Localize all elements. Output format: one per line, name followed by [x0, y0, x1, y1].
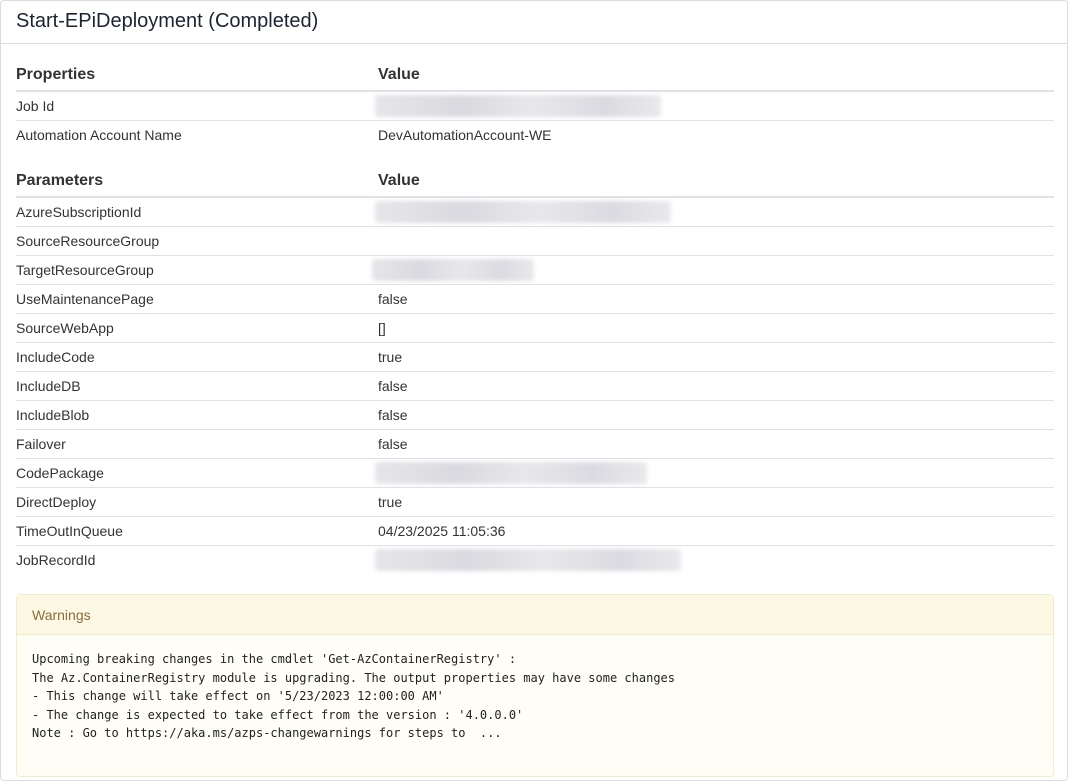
row-key: IncludeBlob [16, 400, 378, 430]
warnings-title: Warnings [32, 607, 91, 623]
panel-body: Properties Value Job Id Automation Accoun… [1, 64, 1067, 777]
parameter-row: DirectDeploy true [16, 487, 1054, 517]
parameter-row: IncludeDB false [16, 371, 1054, 401]
properties-column-header: Properties [16, 64, 378, 92]
parameter-row: TimeOutInQueue 04/23/2025 11:05:36 [16, 516, 1054, 546]
row-key: DirectDeploy [16, 487, 378, 517]
row-value [378, 226, 1054, 256]
parameter-row: CodePackage [16, 458, 1054, 488]
row-value: [] [378, 313, 1054, 343]
row-key: CodePackage [16, 458, 378, 488]
properties-header-row: Properties Value [16, 64, 1054, 92]
warning-line: Note : Go to https://aka.ms/azps-changew… [32, 726, 502, 740]
parameter-row: SourceWebApp[] [16, 313, 1054, 343]
parameter-row: SourceResourceGroup [16, 226, 1054, 256]
row-value: true [378, 487, 1054, 517]
row-value [375, 197, 1054, 227]
value-column-header: Value [378, 170, 1054, 198]
properties-table: Properties Value Job Id Automation Accoun… [16, 64, 1054, 149]
redacted-value [372, 258, 534, 281]
row-value [372, 255, 1054, 285]
row-key: IncludeCode [16, 342, 378, 372]
row-value: false [378, 284, 1054, 314]
redacted-value [375, 94, 661, 117]
row-key: SourceResourceGroup [16, 226, 378, 256]
row-key: IncludeDB [16, 371, 378, 401]
property-row: Job Id [16, 91, 1054, 121]
parameter-row: Failover false [16, 429, 1054, 459]
warnings-body: Upcoming breaking changes in the cmdlet … [17, 635, 1053, 743]
row-value: false [378, 371, 1054, 401]
row-key: TimeOutInQueue [16, 516, 378, 546]
warning-line: Upcoming breaking changes in the cmdlet … [32, 652, 517, 666]
warning-line: - The change is expected to take effect … [32, 707, 524, 722]
parameters-column-header: Parameters [16, 170, 378, 198]
parameter-row: JobRecordId [16, 545, 1054, 574]
row-key: Job Id [16, 91, 378, 121]
property-row: Automation Account Name DevAutomationAcco… [16, 120, 1054, 149]
job-details-panel: Start-EPiDeployment (Completed) Properti… [0, 0, 1068, 781]
redacted-value [375, 548, 681, 571]
row-key: UseMaintenancePage [16, 284, 378, 314]
page-title: Start-EPiDeployment (Completed) [16, 10, 319, 32]
panel-header: Start-EPiDeployment (Completed) [1, 1, 1067, 44]
parameter-row: IncludeCode true [16, 342, 1054, 372]
row-key: TargetResourceGroup [16, 255, 378, 285]
row-value [375, 458, 1054, 488]
warnings-box: Warnings Upcoming breaking changes in th… [16, 594, 1054, 777]
warning-line: - This change will take effect on '5/23/… [32, 689, 444, 703]
row-value: DevAutomationAccount-WE [378, 126, 552, 143]
value-column-header: Value [378, 64, 1054, 92]
row-key: SourceWebApp [16, 313, 378, 343]
row-key: Automation Account Name [16, 126, 182, 143]
row-key: Failover [16, 429, 378, 459]
row-key: JobRecordId [16, 551, 96, 568]
parameter-row: UseMaintenancePage false [16, 284, 1054, 314]
redacted-value [375, 461, 647, 484]
redacted-value [375, 200, 671, 223]
parameters-table: Parameters Value AzureSubscriptionId Sour… [16, 170, 1054, 574]
row-value [375, 545, 1054, 574]
row-value: false [378, 429, 1054, 459]
row-value: false [378, 400, 1054, 430]
row-value [375, 91, 1054, 121]
parameters-header-row: Parameters Value [16, 170, 1054, 198]
row-key: AzureSubscriptionId [16, 197, 378, 227]
parameter-row: IncludeBlob false [16, 400, 1054, 430]
parameter-row: AzureSubscriptionId [16, 197, 1054, 227]
warnings-header: Warnings [17, 595, 1053, 635]
warning-line: The Az.ContainerRegistry module is upgra… [32, 670, 675, 685]
row-value: true [378, 342, 1054, 372]
parameter-row: TargetResourceGroup [16, 255, 1054, 285]
row-value: 04/23/2025 11:05:36 [378, 516, 1054, 546]
